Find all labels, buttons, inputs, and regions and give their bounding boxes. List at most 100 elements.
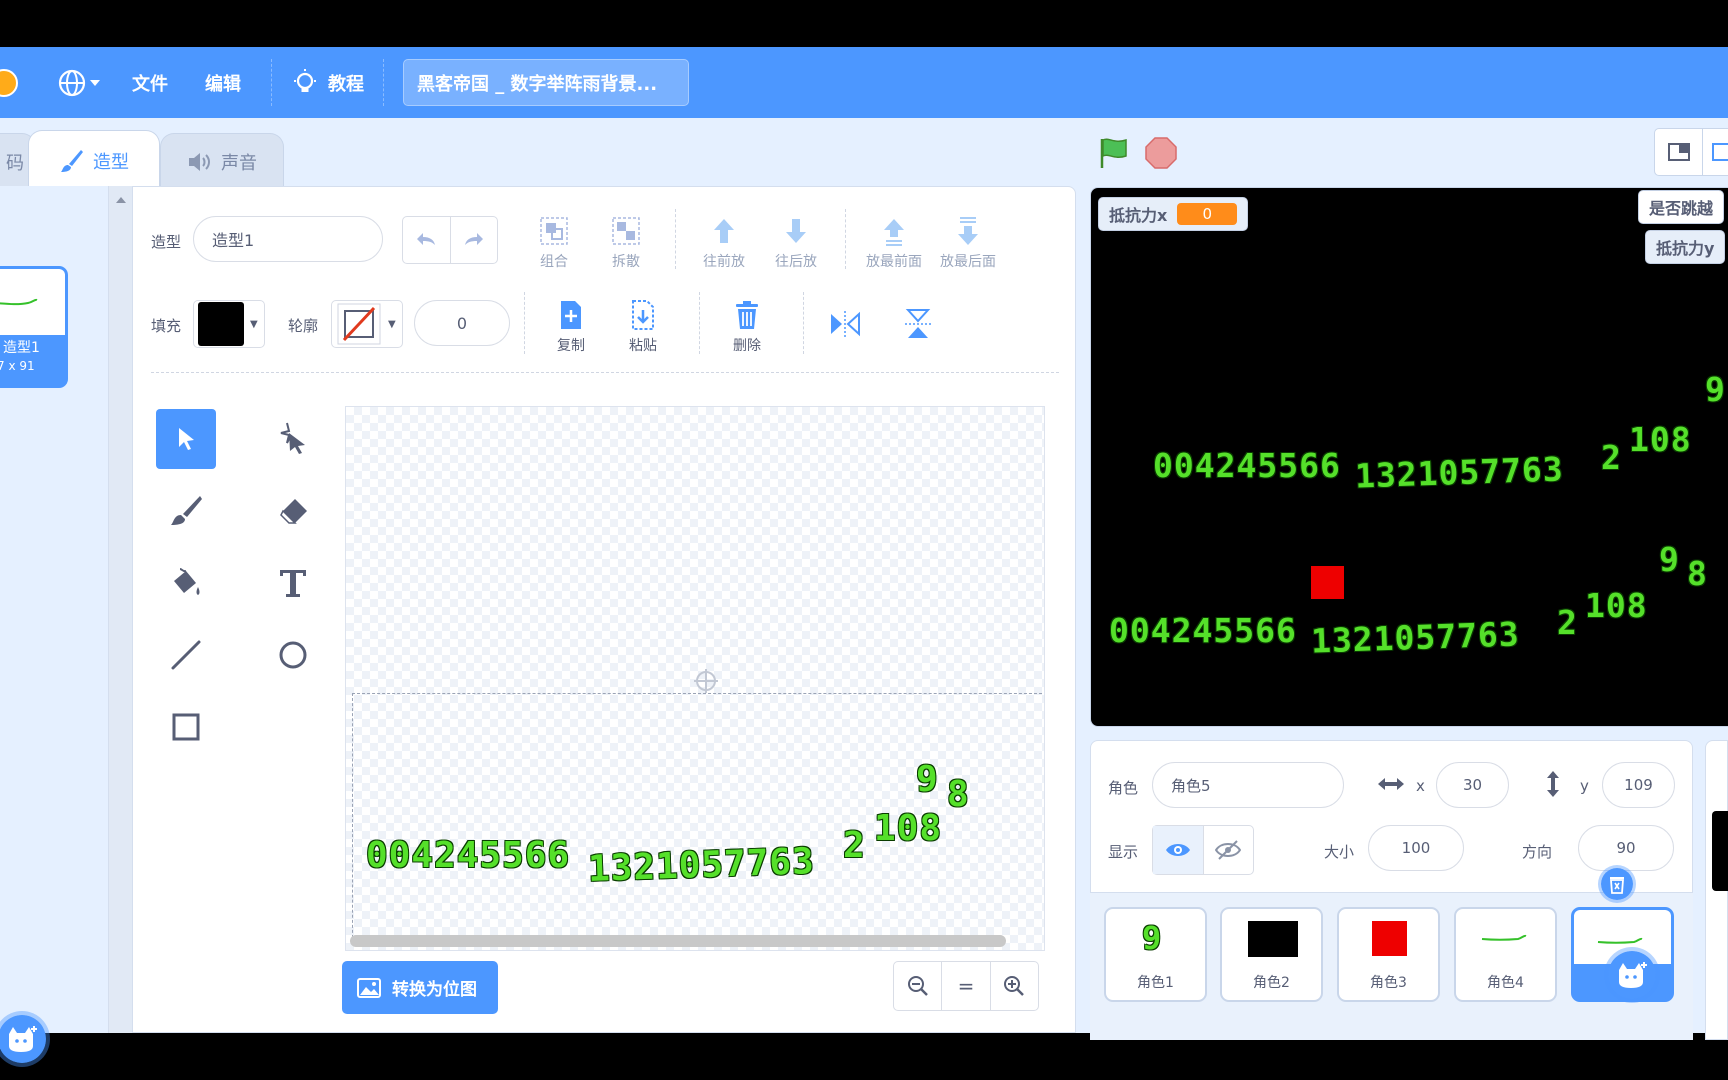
fill-tool[interactable]: [156, 553, 216, 613]
costume-item[interactable]: 造型1 7 x 91: [0, 266, 68, 388]
tab-sounds[interactable]: 声音: [160, 133, 284, 190]
undo-button[interactable]: [403, 217, 451, 263]
y-input[interactable]: 109: [1602, 762, 1675, 808]
red-square-sprite[interactable]: [1311, 566, 1344, 599]
x-input[interactable]: 30: [1436, 762, 1509, 808]
backward-button[interactable]: 往后放: [761, 211, 831, 271]
file-menu[interactable]: 文件: [132, 47, 168, 118]
sprite-tile-name: 角色1: [1137, 975, 1174, 991]
redo-icon: [464, 233, 483, 245]
sprite-tile[interactable]: 角色4: [1454, 907, 1557, 1002]
undo-icon: [417, 233, 436, 245]
brush-tool[interactable]: [156, 481, 216, 541]
copy-button[interactable]: 复制: [536, 295, 606, 355]
text-t-icon: [280, 570, 306, 597]
large-stage-button[interactable]: [1703, 129, 1728, 175]
delete-sprite-button[interactable]: [1598, 865, 1636, 903]
tab-costumes[interactable]: 造型: [28, 130, 160, 190]
canvas-horizontal-scrollbar[interactable]: [350, 935, 1006, 947]
show-label: 显示: [1108, 843, 1139, 861]
arrow-pointer-icon: [179, 428, 194, 450]
select-tool[interactable]: [156, 409, 216, 469]
sprite-name-label: 角色: [1108, 779, 1139, 797]
delete-label: 删除: [733, 338, 761, 354]
sprite-tile[interactable]: 9 角色1: [1104, 907, 1207, 1002]
fill-color-picker[interactable]: ▼: [193, 300, 265, 348]
group-button[interactable]: 组合: [519, 211, 589, 271]
tab-code-label: 码: [6, 153, 24, 174]
stage-canvas[interactable]: 抵抗力x 0 是否跳越 抵抗力y 004245566 1321057763 2 …: [1090, 187, 1728, 727]
stage-target-pane[interactable]: [1705, 740, 1728, 1040]
zoom-controls: =: [893, 961, 1039, 1011]
zoom-out-button[interactable]: [894, 962, 943, 1010]
convert-to-bitmap-button[interactable]: 转换为位图: [342, 961, 498, 1014]
tab-sounds-label: 声音: [221, 153, 257, 174]
hide-button[interactable]: [1204, 826, 1254, 874]
variable-label: 是否跳越: [1649, 199, 1714, 218]
language-menu[interactable]: [58, 47, 108, 118]
paint-canvas[interactable]: 004245566 1321057763 2 108 9 8: [345, 406, 1045, 951]
stop-button[interactable]: [1144, 136, 1178, 174]
line-tool[interactable]: [156, 625, 216, 685]
project-title-input[interactable]: 黑客帝国 _ 数字举阵雨背景...: [403, 59, 689, 106]
variable-label: 抵抗力y: [1656, 239, 1715, 258]
brush-icon: [61, 149, 83, 172]
paste-button[interactable]: 粘贴: [608, 295, 678, 355]
toolbar-divider: [675, 209, 676, 269]
eraser-tool[interactable]: [263, 481, 323, 541]
text-tool[interactable]: [263, 553, 323, 613]
zoom-in-button[interactable]: [991, 962, 1038, 1010]
direction-input[interactable]: 90: [1578, 825, 1674, 871]
green-flag-button[interactable]: [1096, 136, 1130, 174]
variable-monitor-resist-x[interactable]: 抵抗力x 0: [1098, 197, 1249, 231]
sprite-tile-name: 角色4: [1487, 975, 1524, 991]
flip-horizontal-button[interactable]: [828, 309, 862, 343]
rectangle-icon: [172, 713, 200, 741]
ungroup-button[interactable]: 拆散: [591, 211, 661, 271]
show-button[interactable]: [1153, 826, 1204, 874]
outline-width-input[interactable]: 0: [414, 300, 510, 346]
scratch-logo[interactable]: [0, 47, 26, 118]
add-costume-button[interactable]: [0, 1011, 50, 1067]
canvas-digits-9: 9: [916, 759, 939, 800]
bring-to-front-button[interactable]: 放最前面: [859, 211, 929, 271]
variable-monitor-resist-y[interactable]: 抵抗力y: [1645, 230, 1726, 264]
stage-header: [1090, 118, 1728, 186]
sprite-tile[interactable]: 角色2: [1220, 907, 1323, 1002]
arrow-up-icon: [714, 219, 734, 243]
size-input[interactable]: 100: [1368, 825, 1464, 871]
delete-button[interactable]: 删除: [712, 295, 782, 355]
small-stage-button[interactable]: [1655, 129, 1703, 175]
stage-digits-f: 8: [1687, 554, 1708, 593]
fill-color-swatch: [198, 302, 244, 346]
paint-bucket-icon: [174, 568, 200, 595]
rectangle-tool[interactable]: [156, 697, 216, 757]
costume-name-input[interactable]: 造型1: [193, 216, 383, 262]
redo-button[interactable]: [451, 217, 498, 263]
fill-label: 填充: [151, 317, 182, 335]
scroll-up-arrow-icon[interactable]: [109, 192, 133, 208]
variable-value: 0: [1177, 203, 1238, 225]
sprite-tile[interactable]: 角色3: [1337, 907, 1440, 1002]
toolbar-divider: [699, 292, 700, 354]
tutorial-label: 教程: [328, 73, 364, 95]
costume-list-scrollbar[interactable]: [108, 186, 132, 1033]
sprite-name-input[interactable]: 角色5: [1152, 762, 1344, 808]
reshape-tool[interactable]: [263, 409, 323, 469]
logo-icon: [0, 68, 18, 97]
forward-button[interactable]: 往前放: [689, 211, 759, 271]
menu-divider: [383, 59, 384, 106]
outline-color-picker[interactable]: ▼: [331, 300, 403, 348]
variable-monitor-jump[interactable]: 是否跳越: [1638, 190, 1725, 224]
green-flag-icon: [1100, 138, 1127, 168]
menu-divider: [271, 59, 272, 106]
tutorial-menu[interactable]: 教程: [290, 47, 364, 118]
sprite-thumbnail: [1481, 934, 1527, 941]
flip-vertical-button[interactable]: [903, 307, 933, 345]
edit-menu[interactable]: 编辑: [205, 47, 241, 118]
toolbar-divider: [845, 209, 846, 269]
send-to-back-button[interactable]: 放最后面: [933, 211, 1003, 271]
circle-tool[interactable]: [263, 625, 323, 685]
add-sprite-button[interactable]: [1604, 947, 1660, 1003]
zoom-reset-button[interactable]: =: [942, 962, 991, 1010]
